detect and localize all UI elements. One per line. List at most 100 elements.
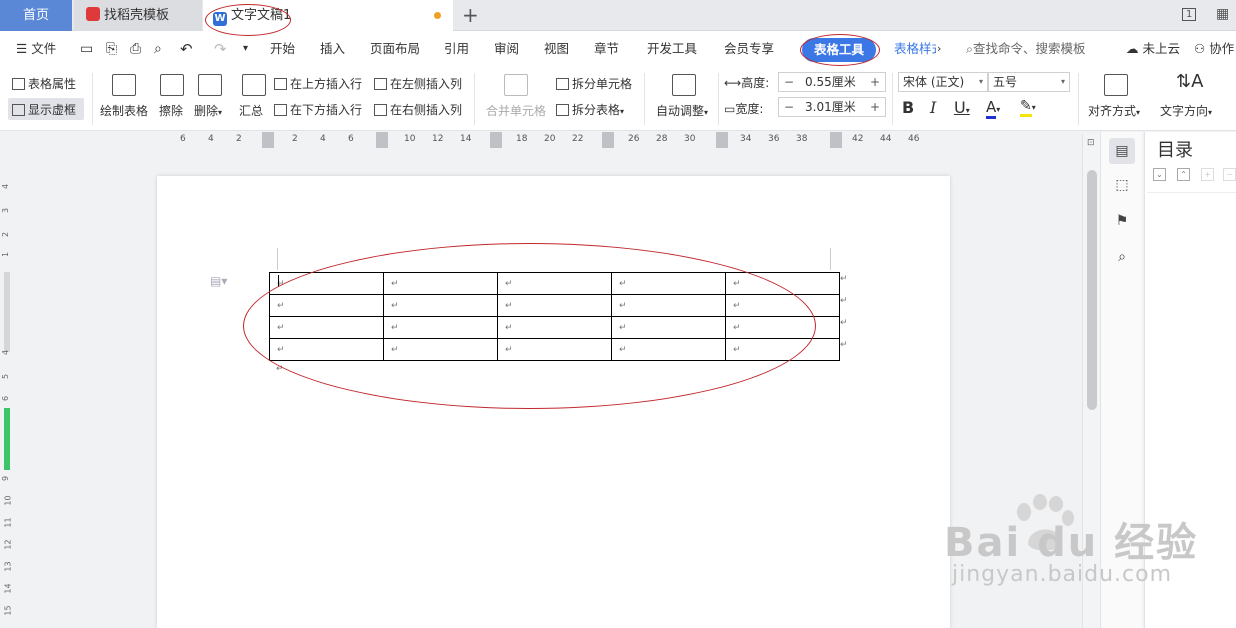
delete-button[interactable]: 删除▾ <box>194 102 222 119</box>
insert-col-left-label: 在左侧插入列 <box>390 77 463 91</box>
ruler-tick: 6 <box>348 134 354 144</box>
search-icon[interactable]: ⌕ <box>1109 244 1135 270</box>
command-search[interactable]: ⌕查找命令、搜索模板 <box>966 31 1086 67</box>
quick-access-dropdown-icon[interactable]: ▾ <box>243 31 248 67</box>
insert-row-above-button[interactable]: 在上方插入行 <box>274 75 362 92</box>
cloud-status[interactable]: ☁ 未上云 <box>1126 31 1180 67</box>
toc-panel-icon[interactable]: ▤ <box>1109 138 1135 164</box>
command-search-placeholder: 查找命令、搜索模板 <box>973 41 1086 56</box>
undo-icon[interactable]: ↶ <box>180 31 193 67</box>
menu-insert[interactable]: 插入 <box>320 31 345 67</box>
ruler-tick: 30 <box>684 134 696 144</box>
summary-button[interactable]: 汇总 <box>239 102 263 119</box>
select-objects-icon[interactable]: ⬚ <box>1109 172 1135 198</box>
insert-col-right-button[interactable]: 在右侧插入列 <box>374 101 462 118</box>
export-pdf-icon[interactable]: ⎘ <box>106 31 117 67</box>
height-spinner[interactable]: − 0.55厘米 + <box>778 72 886 92</box>
unsaved-dot <box>434 12 441 19</box>
ruler-tick: 46 <box>908 134 920 144</box>
delete-dropdown-icon: ▾ <box>218 108 223 117</box>
underline-button[interactable]: U▾ <box>954 98 970 117</box>
insert-row-above-icon <box>274 78 287 90</box>
menu-review[interactable]: 审阅 <box>494 31 519 67</box>
insert-col-left-button[interactable]: 在左侧插入列 <box>374 75 462 92</box>
expand-down-icon[interactable]: ⌄ <box>1153 168 1166 181</box>
file-menu[interactable]: ☰ 文件 <box>16 31 56 67</box>
italic-button[interactable]: I <box>930 98 936 117</box>
merge-cells-button[interactable]: 合并单元格 <box>486 102 546 119</box>
delete-label: 删除 <box>194 104 219 118</box>
ruler-column-marker[interactable] <box>830 132 842 148</box>
split-table-button[interactable]: 拆分表格▾ <box>556 101 624 118</box>
ruler-column-marker[interactable] <box>376 132 388 148</box>
menu-references[interactable]: 引用 <box>444 31 469 67</box>
text-direction-button[interactable]: 文字方向▾ <box>1160 102 1212 119</box>
bookmark-icon[interactable]: ⚑ <box>1109 208 1135 234</box>
ruler-column-marker[interactable] <box>602 132 614 148</box>
show-gridlines-button[interactable]: 显示虚框 <box>12 101 76 118</box>
menu-start[interactable]: 开始 <box>270 31 295 67</box>
font-family-dropdown-icon: ▾ <box>978 77 983 86</box>
add-heading-icon[interactable]: + <box>1201 168 1214 181</box>
bold-button[interactable]: B <box>902 98 914 117</box>
page-layout-icon[interactable]: 1 <box>1182 6 1197 21</box>
menu-view[interactable]: 视图 <box>544 31 569 67</box>
font-color-button[interactable]: A▾ <box>986 98 1000 119</box>
insert-row-below-button[interactable]: 在下方插入行 <box>274 101 362 118</box>
scroll-top-icon[interactable]: ⊡ <box>1087 138 1095 148</box>
split-cells-button[interactable]: 拆分单元格 <box>556 75 632 92</box>
horizontal-ruler[interactable]: 6 4 2 2 4 6 10 12 14 18 20 22 26 28 30 3… <box>160 132 950 148</box>
redo-icon[interactable]: ↷ <box>214 31 227 67</box>
collab-button[interactable]: ⚇ 协作 <box>1194 31 1234 67</box>
draw-table-button[interactable]: 绘制表格 <box>100 102 148 119</box>
print-preview-icon[interactable]: ⌕ <box>154 31 162 67</box>
menu-developer[interactable]: 开发工具 <box>647 31 697 67</box>
ruler-column-marker[interactable] <box>262 132 274 148</box>
save-icon[interactable]: ▭ <box>80 31 93 67</box>
height-decrease-button[interactable]: − <box>779 73 799 91</box>
auto-fit-button[interactable]: 自动调整▾ <box>656 102 708 119</box>
new-tab-button[interactable]: + <box>462 3 479 27</box>
row-end-mark: ↵ <box>840 274 848 284</box>
vertical-ruler[interactable]: 4 3 2 1 4 5 6 9 10 11 12 13 14 15 <box>0 150 14 628</box>
menu-bar: ☰ 文件 ▭ ⎘ ⎙ ⌕ ↶ ↷ ▾ 开始 插入 页面布局 引用 审阅 视图 章… <box>0 31 1236 67</box>
ruler-column-marker[interactable] <box>490 132 502 148</box>
height-increase-button[interactable]: + <box>865 73 885 91</box>
collapse-up-icon[interactable]: ⌃ <box>1177 168 1190 181</box>
ribbon: 表格属性 显示虚框 绘制表格 擦除 删除▾ 汇总 在上方插入行 在下方插入行 在… <box>0 67 1236 131</box>
margin-marker <box>277 248 278 270</box>
width-increase-button[interactable]: + <box>865 98 885 116</box>
watermark: Bai du 经验 jingyan.baidu.com <box>944 510 1198 587</box>
row-end-mark: ↵ <box>840 318 848 328</box>
grid-apps-icon[interactable]: ▦ <box>1216 6 1229 22</box>
scrollbar-thumb[interactable] <box>1087 170 1097 410</box>
ruler-tick: 18 <box>516 134 528 144</box>
paragraph-handle-icon[interactable]: ▤▾ <box>210 274 227 288</box>
erase-button[interactable]: 擦除 <box>159 102 183 119</box>
menu-table-style[interactable]: 表格样式 <box>894 31 936 67</box>
ruler-column-marker[interactable] <box>716 132 728 148</box>
alignment-button[interactable]: 对齐方式▾ <box>1088 102 1140 119</box>
font-family-select[interactable]: 宋体 (正文) ▾ <box>898 72 988 92</box>
divider <box>892 73 893 125</box>
print-icon[interactable]: ⎙ <box>130 31 141 67</box>
table-properties-button[interactable]: 表格属性 <box>12 75 76 92</box>
menu-page-layout[interactable]: 页面布局 <box>370 31 420 67</box>
menu-chapter[interactable]: 章节 <box>594 31 619 67</box>
page-indicator: 1 <box>1182 8 1197 21</box>
menu-member[interactable]: 会员专享 <box>724 31 774 67</box>
highlight-button[interactable]: ✎▾ <box>1020 98 1036 117</box>
width-decrease-button[interactable]: − <box>779 98 799 116</box>
highlighter-icon: ✎ <box>1020 98 1032 117</box>
menu-scroll-right-icon[interactable]: › <box>937 31 941 67</box>
height-value: 0.55厘米 <box>805 75 856 89</box>
tab-home[interactable]: 首页 <box>0 0 72 31</box>
width-spinner[interactable]: − 3.01厘米 + <box>778 97 886 117</box>
font-size-select[interactable]: 五号 ▾ <box>988 72 1070 92</box>
divider <box>1078 73 1079 125</box>
remove-heading-icon[interactable]: − <box>1223 168 1236 181</box>
highlight-dropdown-icon: ▾ <box>1031 103 1036 112</box>
text-direction-dropdown-icon: ▾ <box>1208 108 1213 117</box>
ruler-tick: 5 <box>1 373 11 380</box>
tab-docer-templates[interactable]: 找稻壳模板 <box>74 0 202 31</box>
